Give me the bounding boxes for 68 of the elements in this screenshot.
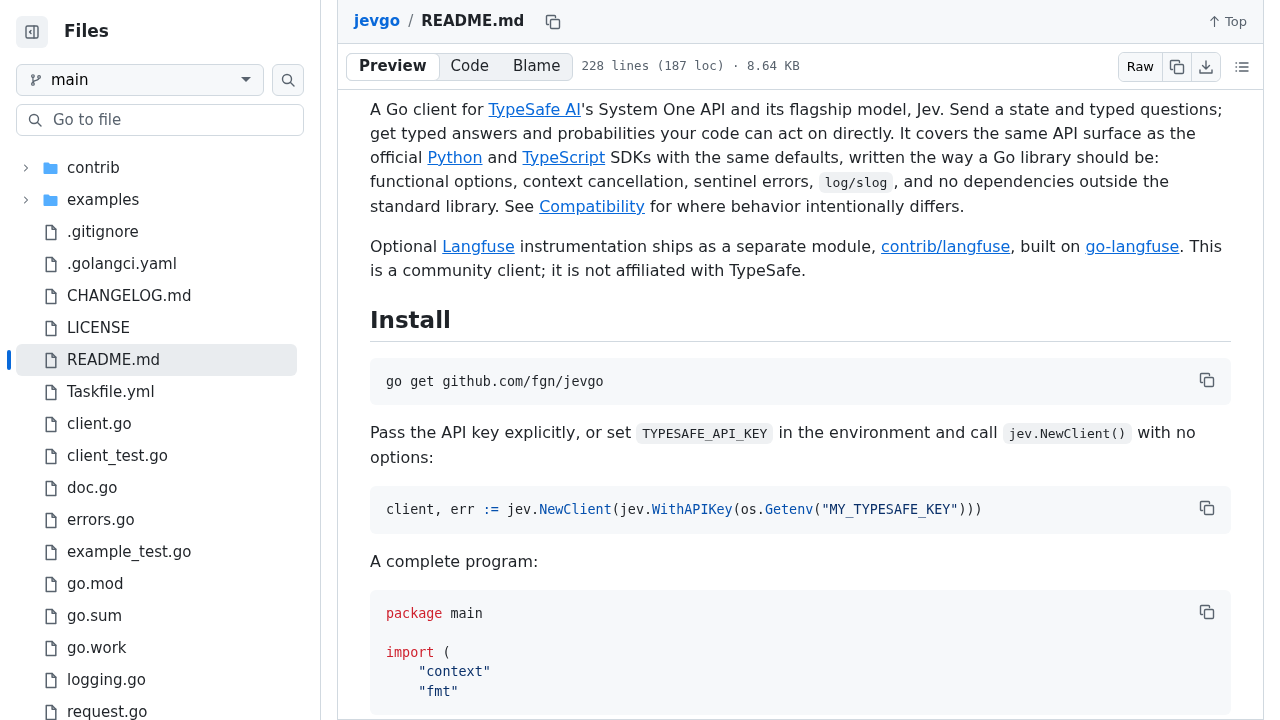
paragraph: A complete program: [370,550,540,573]
paragraph: Pass the API key explicitly, or set TYPESAFE_API_KEY in the environment and call jev.NewClient() with no options: [370,422,1197,470]
link[interactable]: contrib/langfuse [881,237,1011,256]
tree-item[interactable]: .gitignore [16,216,297,248]
view-tab[interactable]: Code [438,53,501,80]
branch-selector[interactable]: main [16,64,264,96]
folder-icon [42,160,59,176]
collapse-sidebar-button[interactable] [16,16,48,48]
top-link[interactable]: Top [1208,11,1247,32]
tree-item[interactable]: LICENSE [16,312,297,344]
arrow-up-icon [1208,15,1222,28]
link[interactable]: TypeSafe AI [488,100,581,119]
code-block: package main import ( "context" "fmt" [370,589,1231,716]
tree-item[interactable]: .golangci.yaml [16,248,297,280]
tree-item[interactable]: Taskfile.yml [16,376,297,408]
search-button[interactable] [272,64,304,96]
panel-icon [24,24,40,40]
paragraph: Optional Langfuse instrumentation ships as a separate module, contrib/langfuse, built on go-langfuse. This is a community client; it is not affiliated with TypeSafe. [370,236,1223,282]
download-icon [1198,58,1214,75]
go-to-file-input[interactable]: Go to file [51,106,293,134]
tree-item[interactable]: go.sum [16,600,297,632]
link[interactable]: go-langfuse [1085,237,1180,256]
tree-item[interactable]: CHANGELOG.md [16,280,297,312]
tree-item[interactable]: errors.go [16,504,297,536]
tree-item[interactable]: request.go [16,696,297,720]
copy-icon [1199,603,1215,620]
code-block: client, err := jev.NewClient(jev.WithAPIKey(os.Getenv("MY_TYPESAFE_KEY"))) [370,486,1231,534]
tree-item[interactable]: go.work [16,632,297,664]
caret-icon [241,77,251,83]
repo-link[interactable]: jevgo [354,10,401,33]
copy-code-button[interactable] [1199,371,1215,388]
tree-item[interactable]: client_test.go [16,440,297,472]
tree-item[interactable]: client.go [16,408,297,440]
tree-item[interactable]: doc.go [16,472,297,504]
download-button[interactable] [1191,52,1220,81]
search-icon [27,112,43,128]
copy-icon [1169,58,1185,75]
breadcrumb-separator: / [408,11,414,33]
tree-item[interactable]: contrib [16,152,297,184]
copy-icon [1199,500,1215,517]
link[interactable]: Langfuse [442,237,515,256]
code-block: go get github.com/fgn/jevgo [370,357,1231,406]
copy-code-button[interactable] [1199,500,1215,517]
tree-item[interactable]: examples [16,184,297,216]
list-icon [1234,59,1250,75]
view-tab[interactable]: Preview [346,52,440,81]
link[interactable]: Python [427,148,483,167]
view-tab[interactable]: Blame [500,53,573,80]
link[interactable]: TypeScript [522,148,606,167]
tree-item[interactable]: logging.go [16,664,297,696]
raw-button[interactable]: Raw [1118,52,1162,81]
link[interactable]: Compatibility [539,197,645,216]
folder-icon [42,192,59,208]
file-info: 228 lines (187 loc) · 8.64 KB [581,57,800,76]
paragraph: A Go client for TypeSafe AI's System One API and its flagship model, Jev. Send a state and typed questions; get typed answers and probabilities your code can act on directly. It covers the same API surface as the official Python and TypeScript SDKs with the same defaults, written the way a Go library should be: functional options, context cancellation, sentinel errors, log/slog , and no dependencies outside the standard library. See Compatibility for where behavior intentionally differs. [370,99,1224,218]
search-icon [280,72,296,88]
copy-icon [1199,371,1215,388]
tree-item[interactable]: README.md [16,344,297,376]
branch-icon [29,73,43,87]
section-heading: Install [370,307,1231,342]
copy-button[interactable] [1162,52,1191,81]
go-to-file-field[interactable]: Go to file [16,104,304,136]
file-name: README.md [421,11,525,33]
tree-item[interactable]: example_test.go [16,536,297,568]
copy-code-button[interactable] [1199,603,1215,620]
tree-item[interactable]: go.mod [16,568,297,600]
copy-icon [545,14,562,30]
sidebar-title: Files [64,20,109,44]
